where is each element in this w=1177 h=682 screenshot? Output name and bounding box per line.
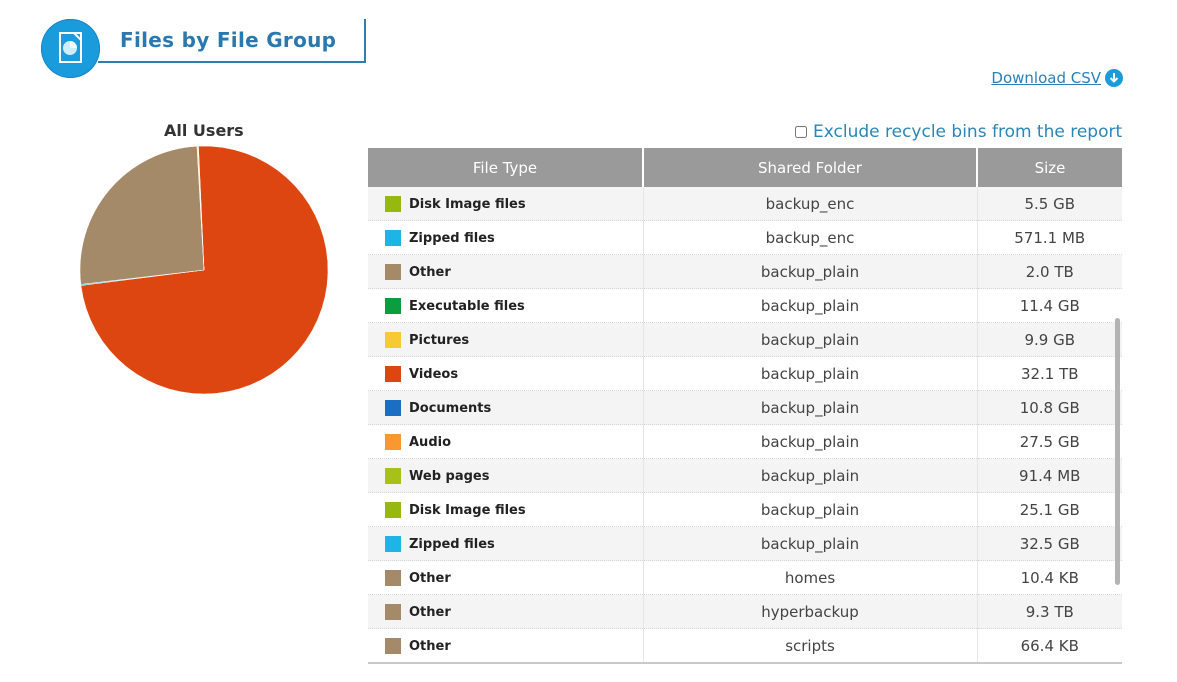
exclude-recycle-checkbox[interactable] xyxy=(795,126,807,138)
file-type-cell: Disk Image files xyxy=(368,187,644,221)
column-header-file-type[interactable]: File Type xyxy=(368,148,644,187)
shared-folder-cell: backup_plain xyxy=(643,526,978,561)
table-row[interactable]: Pictures backup_plain 9.9 GB xyxy=(368,322,1122,357)
color-swatch xyxy=(385,638,401,654)
file-type-cell: Other xyxy=(368,560,644,595)
color-swatch xyxy=(385,434,401,450)
shared-folder-cell: scripts xyxy=(643,628,978,664)
size-cell: 9.3 TB xyxy=(977,594,1122,629)
size-cell: 32.1 TB xyxy=(977,356,1122,391)
table-row[interactable]: Disk Image files backup_plain 25.1 GB xyxy=(368,492,1122,527)
table-row[interactable]: Disk Image files backup_enc 5.5 GB xyxy=(368,187,1122,221)
download-csv-link[interactable]: Download CSV xyxy=(991,69,1101,87)
page-title: Files by File Group xyxy=(120,28,337,52)
file-type-label: Web pages xyxy=(409,468,490,484)
shared-folder-cell: backup_enc xyxy=(643,187,978,221)
size-cell: 11.4 GB xyxy=(977,288,1122,323)
table-row[interactable]: Other backup_plain 2.0 TB xyxy=(368,254,1122,289)
table-row[interactable]: Zipped files backup_plain 32.5 GB xyxy=(368,526,1122,561)
file-type-cell: Zipped files xyxy=(368,526,644,561)
size-cell: 91.4 MB xyxy=(977,458,1122,493)
size-cell: 66.4 KB xyxy=(977,628,1122,664)
shared-folder-cell: backup_plain xyxy=(643,424,978,459)
file-type-label: Other xyxy=(409,264,451,280)
size-cell: 571.1 MB xyxy=(977,220,1122,255)
color-swatch xyxy=(385,536,401,552)
file-type-label: Executable files xyxy=(409,298,525,314)
color-swatch xyxy=(385,230,401,246)
column-header-size[interactable]: Size xyxy=(977,148,1122,187)
size-cell: 27.5 GB xyxy=(977,424,1122,459)
shared-folder-cell: backup_plain xyxy=(643,288,978,323)
file-type-cell: Executable files xyxy=(368,288,644,323)
file-type-label: Disk Image files xyxy=(409,196,526,212)
color-swatch xyxy=(385,400,401,416)
file-type-label: Audio xyxy=(409,434,452,450)
size-cell: 5.5 GB xyxy=(977,187,1122,221)
download-icon[interactable] xyxy=(1105,69,1123,87)
file-type-cell: Videos xyxy=(368,356,644,391)
table-row[interactable]: Videos backup_plain 32.1 TB xyxy=(368,356,1122,391)
shared-folder-cell: backup_plain xyxy=(643,492,978,527)
file-type-cell: Zipped files xyxy=(368,220,644,255)
table-row[interactable]: Documents backup_plain 10.8 GB xyxy=(368,390,1122,425)
file-type-label: Disk Image files xyxy=(409,502,526,518)
file-type-cell: Other xyxy=(368,254,644,289)
shared-folder-cell: backup_enc xyxy=(643,220,978,255)
file-type-label: Pictures xyxy=(409,332,470,348)
color-swatch xyxy=(385,604,401,620)
pie-slice-other[interactable] xyxy=(79,145,205,285)
file-type-cell: Pictures xyxy=(368,322,644,357)
color-swatch xyxy=(385,298,401,314)
color-swatch xyxy=(385,264,401,280)
file-type-cell: Audio xyxy=(368,424,644,459)
file-type-label: Zipped files xyxy=(409,230,495,246)
file-type-label: Documents xyxy=(409,400,492,416)
table-row[interactable]: Other scripts 66.4 KB xyxy=(368,628,1122,664)
file-type-cell: Disk Image files xyxy=(368,492,644,527)
size-cell: 9.9 GB xyxy=(977,322,1122,357)
file-type-label: Other xyxy=(409,570,451,586)
file-type-cell: Other xyxy=(368,628,644,664)
color-swatch xyxy=(385,570,401,586)
table-row[interactable]: Web pages backup_plain 91.4 MB xyxy=(368,458,1122,493)
color-swatch xyxy=(385,366,401,382)
table-row[interactable]: Other homes 10.4 KB xyxy=(368,560,1122,595)
file-type-label: Other xyxy=(409,638,451,654)
color-swatch xyxy=(385,332,401,348)
table-row[interactable]: Audio backup_plain 27.5 GB xyxy=(368,424,1122,459)
exclude-recycle-option[interactable]: Exclude recycle bins from the report xyxy=(795,122,1122,142)
size-cell: 25.1 GB xyxy=(977,492,1122,527)
report-pie-icon xyxy=(41,19,100,78)
size-cell: 32.5 GB xyxy=(977,526,1122,561)
shared-folder-cell: backup_plain xyxy=(643,356,978,391)
table-row[interactable]: Executable files backup_plain 11.4 GB xyxy=(368,288,1122,323)
file-type-label: Zipped files xyxy=(409,536,495,552)
shared-folder-cell: backup_plain xyxy=(643,254,978,289)
shared-folder-cell: homes xyxy=(643,560,978,595)
file-group-table: File Type Shared Folder Size Disk Image … xyxy=(368,148,1122,664)
shared-folder-cell: backup_plain xyxy=(643,322,978,357)
file-type-cell: Web pages xyxy=(368,458,644,493)
file-type-cell: Other xyxy=(368,594,644,629)
size-cell: 10.8 GB xyxy=(977,390,1122,425)
shared-folder-cell: backup_plain xyxy=(643,458,978,493)
table-scrollbar[interactable] xyxy=(1115,318,1120,585)
exclude-recycle-label: Exclude recycle bins from the report xyxy=(813,122,1123,142)
pie-title: All Users xyxy=(164,121,244,140)
file-type-label: Videos xyxy=(409,366,459,382)
color-swatch xyxy=(385,196,401,212)
shared-folder-cell: hyperbackup xyxy=(643,594,978,629)
file-group-pie-chart xyxy=(79,145,329,395)
shared-folder-cell: backup_plain xyxy=(643,390,978,425)
size-cell: 2.0 TB xyxy=(977,254,1122,289)
table-row[interactable]: Zipped files backup_enc 571.1 MB xyxy=(368,220,1122,255)
color-swatch xyxy=(385,502,401,518)
file-type-cell: Documents xyxy=(368,390,644,425)
table-row[interactable]: Other hyperbackup 9.3 TB xyxy=(368,594,1122,629)
size-cell: 10.4 KB xyxy=(977,560,1122,595)
file-type-label: Other xyxy=(409,604,451,620)
column-header-shared-folder[interactable]: Shared Folder xyxy=(643,148,978,187)
color-swatch xyxy=(385,468,401,484)
